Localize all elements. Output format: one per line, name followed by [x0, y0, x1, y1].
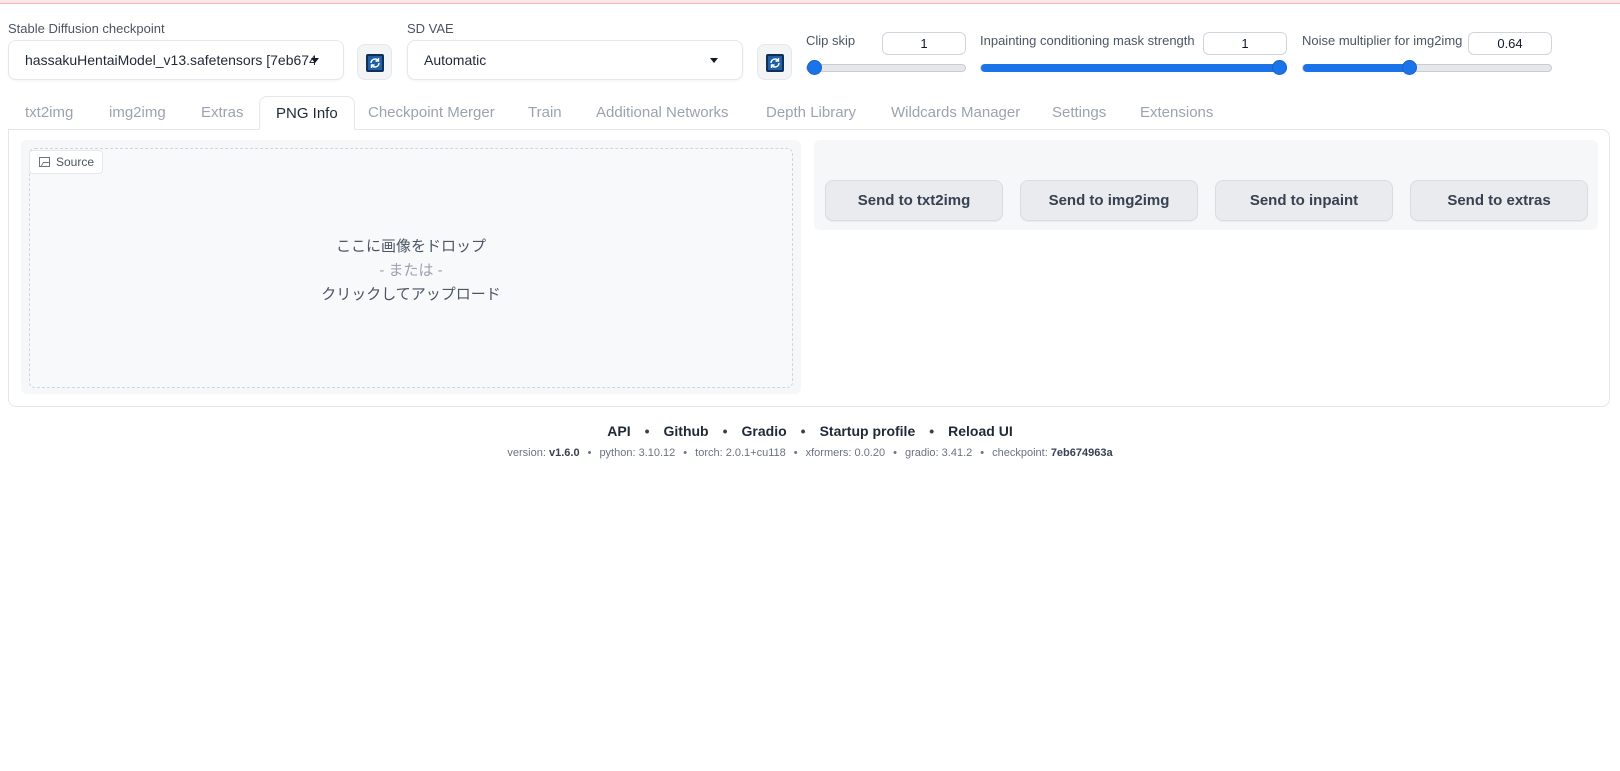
image-icon	[39, 157, 50, 167]
footer-link-reload-ui[interactable]: Reload UI	[948, 423, 1013, 439]
footer-link-github[interactable]: Github	[664, 423, 709, 439]
xformers-version: xformers: 0.0.20	[805, 447, 886, 459]
refresh-checkpoint-button[interactable]	[357, 44, 392, 80]
noise-multiplier-label: Noise multiplier for img2img	[1302, 33, 1463, 48]
tab-train[interactable]: Train	[528, 96, 562, 130]
mask-strength-input[interactable]: 1	[1203, 32, 1287, 55]
drop-text-line3: クリックしてアップロード	[321, 286, 501, 303]
tab-png-info[interactable]: PNG Info	[259, 96, 355, 130]
checkpoint-label-footer: checkpoint:	[992, 447, 1051, 459]
top-strip	[0, 0, 1620, 4]
noise-multiplier-slider-thumb[interactable]	[1401, 60, 1417, 75]
checkpoint-value: hassakuHentaiModel_v13.safetensors [7eb6…	[25, 52, 315, 68]
version-separator: •	[793, 447, 798, 459]
checkpoint-dropdown[interactable]: hassakuHentaiModel_v13.safetensors [7eb6…	[8, 40, 344, 80]
tab-settings[interactable]: Settings	[1052, 96, 1106, 130]
footer-link-startup-profile[interactable]: Startup profile	[820, 423, 916, 439]
tab-depth-library[interactable]: Depth Library	[766, 96, 856, 130]
vae-label: SD VAE	[407, 21, 454, 36]
footer-links: API • Github • Gradio • Startup profile • Reload…	[0, 423, 1620, 439]
send-to-extras-button[interactable]: Send to extras	[1410, 180, 1588, 221]
send-to-img2img-button[interactable]: Send to img2img	[1020, 180, 1198, 221]
tab-img2img[interactable]: img2img	[109, 96, 166, 130]
source-label: Source	[29, 150, 104, 174]
footer-link-gradio[interactable]: Gradio	[742, 423, 787, 439]
main-tabs: txt2img img2img Extras PNG Info Checkpoi…	[0, 96, 1620, 130]
tab-additional-networks[interactable]: Additional Networks	[596, 96, 729, 130]
version-separator: •	[980, 447, 985, 459]
checkpoint-hash: 7eb674963a	[1050, 447, 1113, 459]
version-label: version:	[507, 447, 549, 459]
noise-multiplier-input[interactable]: 0.64	[1468, 32, 1552, 55]
version-separator: •	[683, 447, 688, 459]
source-label-text: Source	[56, 155, 95, 169]
checkpoint-label: Stable Diffusion checkpoint	[8, 21, 165, 36]
clip-skip-slider-thumb[interactable]	[807, 60, 822, 75]
torch-version: torch: 2.0.1+cu118	[695, 447, 786, 459]
clip-skip-label: Clip skip	[806, 33, 856, 48]
refresh-icon	[766, 54, 784, 72]
chevron-down-icon	[710, 58, 718, 63]
mask-strength-slider-fill	[981, 64, 1287, 72]
python-version: python: 3.10.12	[599, 447, 676, 459]
version-info: version: v1.6.0 • python: 3.10.12 • torch: 2…	[0, 447, 1620, 459]
mask-strength-slider[interactable]	[980, 60, 1287, 75]
noise-multiplier-slider-fill	[1303, 64, 1408, 72]
footer-separator: •	[722, 423, 728, 439]
footer-separator: •	[929, 423, 935, 439]
send-to-txt2img-button[interactable]: Send to txt2img	[825, 180, 1003, 221]
footer-link-api[interactable]: API	[607, 423, 630, 439]
drop-text-line2: - または -	[379, 262, 443, 279]
vae-value: Automatic	[424, 52, 487, 68]
version-separator: •	[587, 447, 592, 459]
tab-extras[interactable]: Extras	[201, 96, 244, 130]
version-value: v1.6.0	[548, 447, 580, 459]
tab-wildcards-manager[interactable]: Wildcards Manager	[891, 96, 1020, 130]
drop-text-line1: ここに画像をドロップ	[335, 238, 486, 255]
noise-multiplier-slider[interactable]	[1302, 60, 1552, 75]
version-separator: •	[893, 447, 897, 459]
mask-strength-slider-thumb[interactable]	[1272, 60, 1287, 75]
clip-skip-slider[interactable]	[806, 60, 966, 75]
refresh-vae-button[interactable]	[757, 44, 792, 80]
vae-dropdown[interactable]: Automatic	[407, 40, 743, 80]
tab-checkpoint-merger[interactable]: Checkpoint Merger	[368, 96, 495, 130]
send-to-inpaint-button[interactable]: Send to inpaint	[1215, 180, 1393, 221]
gradio-version: gradio: 3.41.2	[904, 447, 973, 459]
chevron-down-icon	[311, 58, 319, 63]
refresh-icon	[366, 54, 384, 72]
mask-strength-label: Inpainting conditioning mask strength	[980, 33, 1195, 48]
clip-skip-input[interactable]: 1	[882, 32, 966, 55]
footer-separator: •	[800, 423, 806, 439]
tab-txt2img[interactable]: txt2img	[25, 96, 73, 130]
footer-separator: •	[644, 423, 650, 439]
tab-extensions[interactable]: Extensions	[1140, 96, 1213, 130]
